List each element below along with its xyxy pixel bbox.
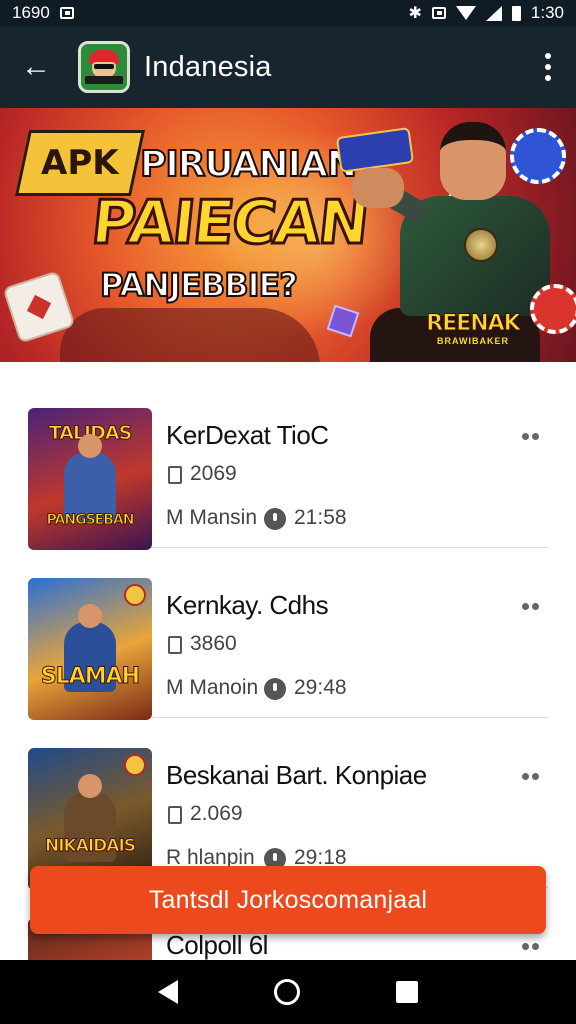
list-item[interactable]: SLAMAH Kernkay. Cdhs 3860 M Manoin 29:48 (28, 548, 548, 720)
clock-icon (264, 508, 286, 530)
status-time-right: 1:30 (530, 3, 564, 22)
signal-icon (485, 5, 502, 21)
file-icon (168, 806, 182, 824)
menu-dot (531, 432, 539, 440)
nav-recents-icon[interactable] (396, 981, 418, 1003)
mute-icon (431, 7, 446, 19)
poker-chip-icon (530, 284, 576, 334)
item-size: 2069 (190, 462, 237, 485)
item-time: 29:48 (294, 676, 347, 699)
wifi-icon (455, 6, 476, 20)
logo-band (85, 76, 123, 84)
item-size: 3860 (190, 632, 237, 655)
item-title: Kernkay. Cdhs (166, 590, 329, 620)
status-bar: 1690 ✱ 1:30 (0, 0, 576, 26)
navigation-bar (0, 960, 576, 1024)
menu-dot (545, 53, 551, 59)
status-right: ✱ 1:30 (409, 3, 565, 23)
list-item[interactable]: NIKAIDAIS Beskanai Bart. Konpiae 2.069 R… (28, 718, 548, 890)
menu-dot (521, 772, 529, 780)
file-icon (168, 636, 182, 654)
app-thumbnail: SLAMAH (28, 578, 152, 720)
more-horiz-icon[interactable] (518, 938, 542, 954)
item-title: KerDexat TioC (166, 420, 329, 450)
list-item[interactable]: TALIDAS PANGSEBAN KerDexat TioC 2069 M M… (28, 378, 548, 550)
menu-dot (531, 942, 539, 950)
more-horiz-icon[interactable] (518, 428, 542, 444)
app-logo (78, 41, 130, 93)
install-button[interactable]: Tantsdl Jorkoscomanjaal (30, 866, 546, 934)
logo-mask (94, 64, 114, 69)
app-title: Indanesia (144, 50, 272, 83)
more-vert-icon[interactable] (536, 47, 560, 87)
banner-silhouette (60, 308, 320, 362)
hero-fist (352, 168, 404, 208)
app-thumbnail: TALIDAS PANGSEBAN (28, 408, 152, 550)
app-bar: ← Indanesia (0, 26, 576, 108)
status-left: 1690 (12, 3, 74, 23)
banner-brand: REENAK BRAWIBAKER (414, 302, 532, 354)
banner-line-1: PIRUANIAN (139, 143, 358, 186)
apk-badge: APK (14, 130, 146, 196)
banner-line-2: PAIECAN (87, 187, 372, 260)
promo-banner[interactable]: APK PIRUANIAN PAIECAN PANJEBBIE? REENAK … (0, 108, 576, 362)
more-horiz-icon[interactable] (518, 598, 542, 614)
arrow-left-icon[interactable]: ← (16, 47, 56, 87)
thumbnail-title: NIKAIDAIS (44, 836, 136, 857)
banner-line-3: PANJEBBIE? (99, 265, 299, 305)
thumbnail-title: SLAMAH (40, 664, 140, 690)
thumbnail-badge (124, 584, 146, 606)
hero-head (440, 122, 506, 200)
item-size: 2.069 (190, 802, 243, 825)
poker-chip-icon (510, 128, 566, 184)
menu-dot (531, 602, 539, 610)
item-time: 21:58 (294, 506, 347, 529)
item-developer: M Mansin (166, 506, 258, 529)
hero-emblem (464, 228, 498, 262)
thumbnail-badge (124, 754, 146, 776)
status-time-left: 1690 (12, 3, 50, 22)
notification-icon (59, 7, 74, 19)
nav-home-icon[interactable] (274, 979, 300, 1005)
item-developer: M Manoin (166, 676, 259, 699)
menu-dot (545, 75, 551, 81)
apk-badge-label: APK (41, 143, 119, 183)
banner-brand-name: REENAK (426, 310, 521, 336)
menu-dot (521, 602, 529, 610)
menu-dot (545, 64, 551, 70)
file-icon (168, 466, 182, 484)
nav-back-icon[interactable] (158, 980, 178, 1004)
menu-dot (521, 942, 529, 950)
banner-brand-sub: BRAWIBAKER (437, 335, 509, 346)
menu-dot (521, 432, 529, 440)
menu-dot (531, 772, 539, 780)
battery-icon (511, 5, 521, 21)
item-title: Beskanai Bart. Konpiae (166, 760, 427, 790)
thumbnail-subtitle: PANGSEBAN (46, 512, 135, 529)
more-horiz-icon[interactable] (518, 768, 542, 784)
clock-icon (264, 678, 286, 700)
bluetooth-icon: ✱ (408, 5, 422, 22)
item-title: Colpoll 6l (166, 930, 268, 960)
